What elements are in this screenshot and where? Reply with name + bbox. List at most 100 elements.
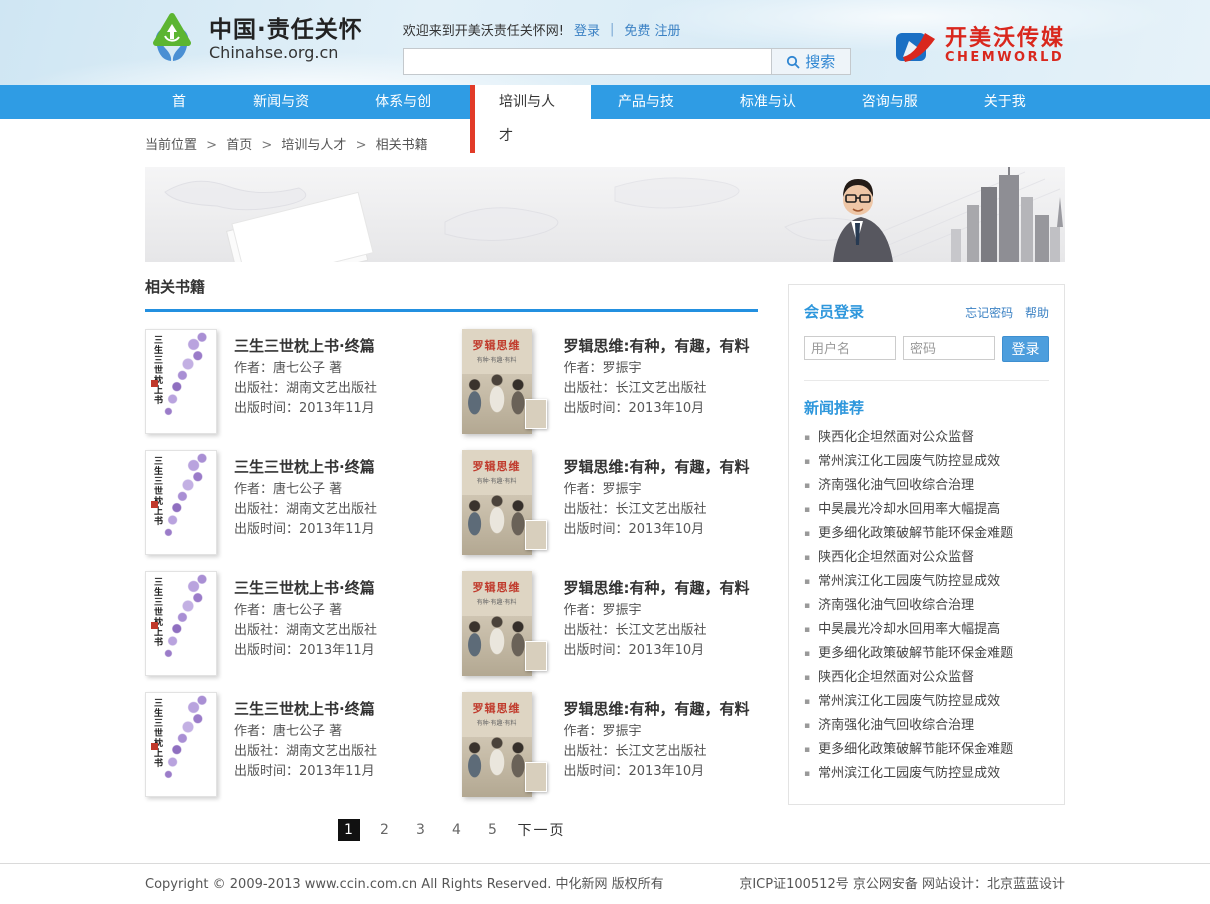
book-date: 出版时间：2013年10月: [564, 523, 750, 537]
book-cover[interactable]: 罗辑思维 有种·有趣·有料: [462, 571, 547, 676]
book-author: 作者：唐七公子 著: [234, 483, 377, 497]
page-3[interactable]: 3: [410, 819, 432, 841]
page-1[interactable]: 1: [338, 819, 360, 841]
book-cover-subtext: 有种·有趣·有料: [462, 476, 532, 485]
book-publisher: 出版社：湖南文艺出版社: [234, 624, 377, 638]
book-author: 作者：罗振宇: [564, 483, 750, 497]
nav-tab-consulting[interactable]: 咨询与服务: [835, 85, 957, 153]
news-item[interactable]: 陕西化企坦然面对公众监督: [804, 426, 1049, 450]
news-item[interactable]: 中昊晨光冷却水回用率大幅提高: [804, 618, 1049, 642]
news-item[interactable]: 更多细化政策破解节能环保金难题: [804, 522, 1049, 546]
book-author: 作者：唐七公子 著: [234, 362, 377, 376]
book-title[interactable]: 罗辑思维:有种，有趣，有料: [564, 698, 750, 719]
news-item[interactable]: 陕西化企坦然面对公众监督: [804, 666, 1049, 690]
book-item: 三生三世枕上书 三生三世枕上书·终篇 作者：唐七公子 著 出版社：湖南文艺出版社…: [145, 450, 442, 555]
breadcrumb-current: 相关书籍: [376, 138, 428, 153]
book-cover[interactable]: 三生三世枕上书: [145, 329, 217, 434]
book-author: 作者：罗振宇: [564, 725, 750, 739]
book-cover-photo: [462, 616, 532, 676]
book-item: 罗辑思维 有种·有趣·有料 罗辑思维:有种，有趣，有料 作者：罗振宇 出版社：长…: [462, 692, 759, 797]
news-item[interactable]: 济南强化油气回收综合治理: [804, 594, 1049, 618]
copyright-text: Copyright © 2009-2013 www.ccin.com.cn Al…: [145, 873, 664, 892]
link-separator: |: [610, 22, 614, 37]
book-title[interactable]: 罗辑思维:有种，有趣，有料: [564, 335, 750, 356]
book-cover-photo: [462, 495, 532, 555]
search-button-label: 搜索: [805, 51, 835, 72]
breadcrumb-separator: >: [261, 138, 272, 153]
news-item[interactable]: 济南强化油气回收综合治理: [804, 714, 1049, 738]
news-item[interactable]: 常州滨江化工园废气防控显成效: [804, 690, 1049, 714]
news-list: 陕西化企坦然面对公众监督 常州滨江化工园废气防控显成效 济南强化油气回收综合治理…: [804, 426, 1049, 786]
book-date: 出版时间：2013年10月: [564, 644, 750, 658]
book-cover-booklet: [525, 641, 547, 671]
book-title[interactable]: 三生三世枕上书·终篇: [234, 456, 377, 477]
password-input[interactable]: [903, 336, 995, 360]
site-footer: Copyright © 2009-2013 www.ccin.com.cn Al…: [0, 863, 1210, 904]
book-publisher: 出版社：湖南文艺出版社: [234, 745, 377, 759]
nav-tab-standards[interactable]: 标准与认证: [713, 85, 835, 153]
nav-tab-training[interactable]: 培训与人才: [470, 85, 591, 153]
page-title: 相关书籍: [145, 276, 758, 312]
site-header: 中国·责任关怀 Chinahse.org.cn 欢迎来到开美沃责任关怀网! 登录…: [0, 0, 1210, 85]
book-cover[interactable]: 罗辑思维 有种·有趣·有料: [462, 329, 547, 434]
breadcrumb-label: 当前位置: [145, 138, 197, 153]
search-input[interactable]: [403, 48, 771, 75]
page-5[interactable]: 5: [482, 819, 504, 841]
next-page-button[interactable]: 下一页: [518, 820, 566, 840]
book-cover[interactable]: 三生三世枕上书: [145, 571, 217, 676]
news-item[interactable]: 更多细化政策破解节能环保金难题: [804, 738, 1049, 762]
register-link[interactable]: 免费 注册: [624, 20, 680, 39]
nav-tab-about[interactable]: 关于我们: [957, 85, 1065, 153]
divider: [804, 380, 1049, 381]
book-item: 罗辑思维 有种·有趣·有料 罗辑思维:有种，有趣，有料 作者：罗振宇 出版社：长…: [462, 329, 759, 434]
book-title[interactable]: 罗辑思维:有种，有趣，有料: [564, 577, 750, 598]
book-cover-text: 罗辑思维: [462, 458, 532, 474]
login-button[interactable]: 登录: [1002, 336, 1049, 362]
book-cover-booklet: [525, 520, 547, 550]
site-logo[interactable]: 中国·责任关怀 Chinahse.org.cn: [145, 12, 363, 66]
breadcrumb-home[interactable]: 首页: [226, 138, 252, 153]
site-title: 中国·责任关怀: [209, 17, 363, 43]
book-cover-photo: [462, 374, 532, 434]
book-cover[interactable]: 三生三世枕上书: [145, 450, 217, 555]
page-4[interactable]: 4: [446, 819, 468, 841]
news-item[interactable]: 常州滨江化工园废气防控显成效: [804, 570, 1049, 594]
news-item[interactable]: 陕西化企坦然面对公众监督: [804, 546, 1049, 570]
book-publisher: 出版社：湖南文艺出版社: [234, 503, 377, 517]
page-2[interactable]: 2: [374, 819, 396, 841]
book-author: 作者：罗振宇: [564, 362, 750, 376]
book-item: 三生三世枕上书 三生三世枕上书·终篇 作者：唐七公子 著 出版社：湖南文艺出版社…: [145, 571, 442, 676]
book-publisher: 出版社：长江文艺出版社: [564, 503, 750, 517]
book-cover[interactable]: 三生三世枕上书: [145, 692, 217, 797]
breadcrumb-training[interactable]: 培训与人才: [281, 138, 346, 153]
member-login-title: 会员登录: [804, 301, 864, 322]
book-cover[interactable]: 罗辑思维 有种·有趣·有料: [462, 450, 547, 555]
book-item: 罗辑思维 有种·有趣·有料 罗辑思维:有种，有趣，有料 作者：罗振宇 出版社：长…: [462, 450, 759, 555]
book-cover[interactable]: 罗辑思维 有种·有趣·有料: [462, 692, 547, 797]
nav-tab-products[interactable]: 产品与技术: [591, 85, 713, 153]
book-title[interactable]: 罗辑思维:有种，有趣，有料: [564, 456, 750, 477]
book-title[interactable]: 三生三世枕上书·终篇: [234, 577, 377, 598]
search-icon: [786, 55, 800, 69]
help-link[interactable]: 帮助: [1025, 306, 1049, 320]
chemworld-brand[interactable]: 开美沃传媒 CHEMWORLD: [895, 28, 1065, 65]
book-title[interactable]: 三生三世枕上书·终篇: [234, 335, 377, 356]
book-author: 作者：唐七公子 著: [234, 604, 377, 618]
main-nav: 首页 新闻与资讯 体系与创新 培训与人才 产品与技术 标准与认证 咨询与服务 关…: [0, 85, 1210, 119]
news-item[interactable]: 更多细化政策破解节能环保金难题: [804, 642, 1049, 666]
news-item[interactable]: 中昊晨光冷却水回用率大幅提高: [804, 498, 1049, 522]
book-date: 出版时间：2013年11月: [234, 765, 377, 779]
search-button[interactable]: 搜索: [771, 48, 851, 75]
book-cover-subtext: 有种·有趣·有料: [462, 355, 532, 364]
book-title[interactable]: 三生三世枕上书·终篇: [234, 698, 377, 719]
username-input[interactable]: [804, 336, 896, 360]
book-publisher: 出版社：长江文艺出版社: [564, 624, 750, 638]
news-item[interactable]: 济南强化油气回收综合治理: [804, 474, 1049, 498]
brand-en-text: CHEMWORLD: [945, 50, 1065, 65]
forgot-password-link[interactable]: 忘记密码: [965, 306, 1013, 320]
sidebar: 会员登录 忘记密码 帮助 登录 新闻推荐 陕西化企坦然面对公众监督 常州滨江化工…: [788, 284, 1065, 805]
login-link[interactable]: 登录: [574, 20, 600, 39]
news-item[interactable]: 常州滨江化工园废气防控显成效: [804, 762, 1049, 786]
news-item[interactable]: 常州滨江化工园废气防控显成效: [804, 450, 1049, 474]
book-date: 出版时间：2013年11月: [234, 644, 377, 658]
